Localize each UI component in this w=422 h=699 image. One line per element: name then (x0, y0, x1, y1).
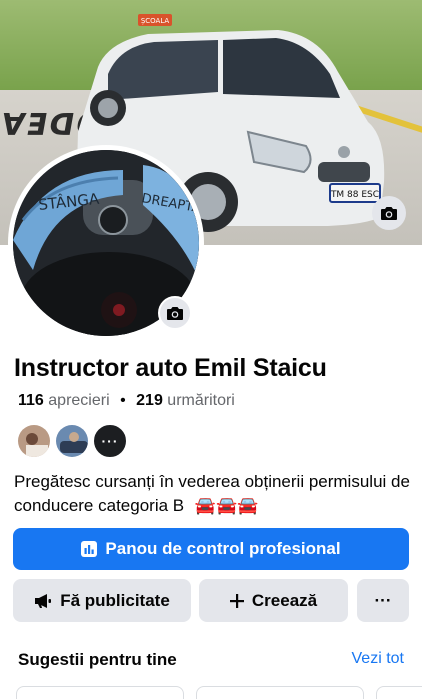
advertise-button[interactable]: Fă publicitate (13, 579, 191, 622)
dashboard-icon (81, 541, 98, 557)
see-all-link[interactable]: Vezi tot (352, 650, 404, 668)
create-button[interactable]: Creează (199, 579, 348, 622)
cover-camera-button[interactable] (372, 196, 406, 230)
camera-icon (167, 307, 183, 320)
suggestion-card[interactable] (16, 686, 184, 699)
follower-avatar[interactable] (54, 423, 90, 459)
roof-sign-text: ȘCOALA (141, 17, 170, 25)
page-stats[interactable]: 116 aprecieri • 219 urmăritori (18, 392, 235, 410)
professional-dashboard-button[interactable]: Panou de control profesional (13, 528, 409, 570)
suggestions-heading: Sugestii pentru tine (18, 650, 177, 669)
license-plate-text: TM 88 ESC (330, 190, 379, 200)
follower-avatar[interactable] (16, 423, 52, 459)
more-icon: ··· (374, 590, 392, 610)
stats-separator: • (120, 392, 126, 409)
create-label: Creează (251, 590, 318, 610)
megaphone-icon (35, 593, 52, 608)
likes-count: 116 (18, 392, 44, 409)
camera-icon (381, 207, 397, 220)
followers-count: 219 (136, 392, 163, 409)
more-actions-button[interactable]: ··· (357, 579, 409, 622)
more-icon: ··· (101, 433, 119, 449)
more-followers-button[interactable]: ··· (92, 423, 128, 459)
advertise-label: Fă publicitate (60, 590, 170, 610)
professional-dashboard-label: Panou de control profesional (105, 539, 341, 558)
likes-label: aprecieri (48, 392, 110, 409)
suggestion-card[interactable] (376, 686, 422, 699)
avatar-camera-button[interactable] (158, 296, 192, 330)
page-title: Instructor auto Emil Staicu (14, 354, 327, 382)
plus-icon (229, 593, 244, 608)
page-bio: Pregătesc cursanți în vederea obținerii … (14, 470, 414, 518)
suggestion-card[interactable] (196, 686, 364, 699)
bio-emoji: 🚘🚘🚘 (194, 496, 259, 515)
followers-label: urmăritori (167, 392, 235, 409)
